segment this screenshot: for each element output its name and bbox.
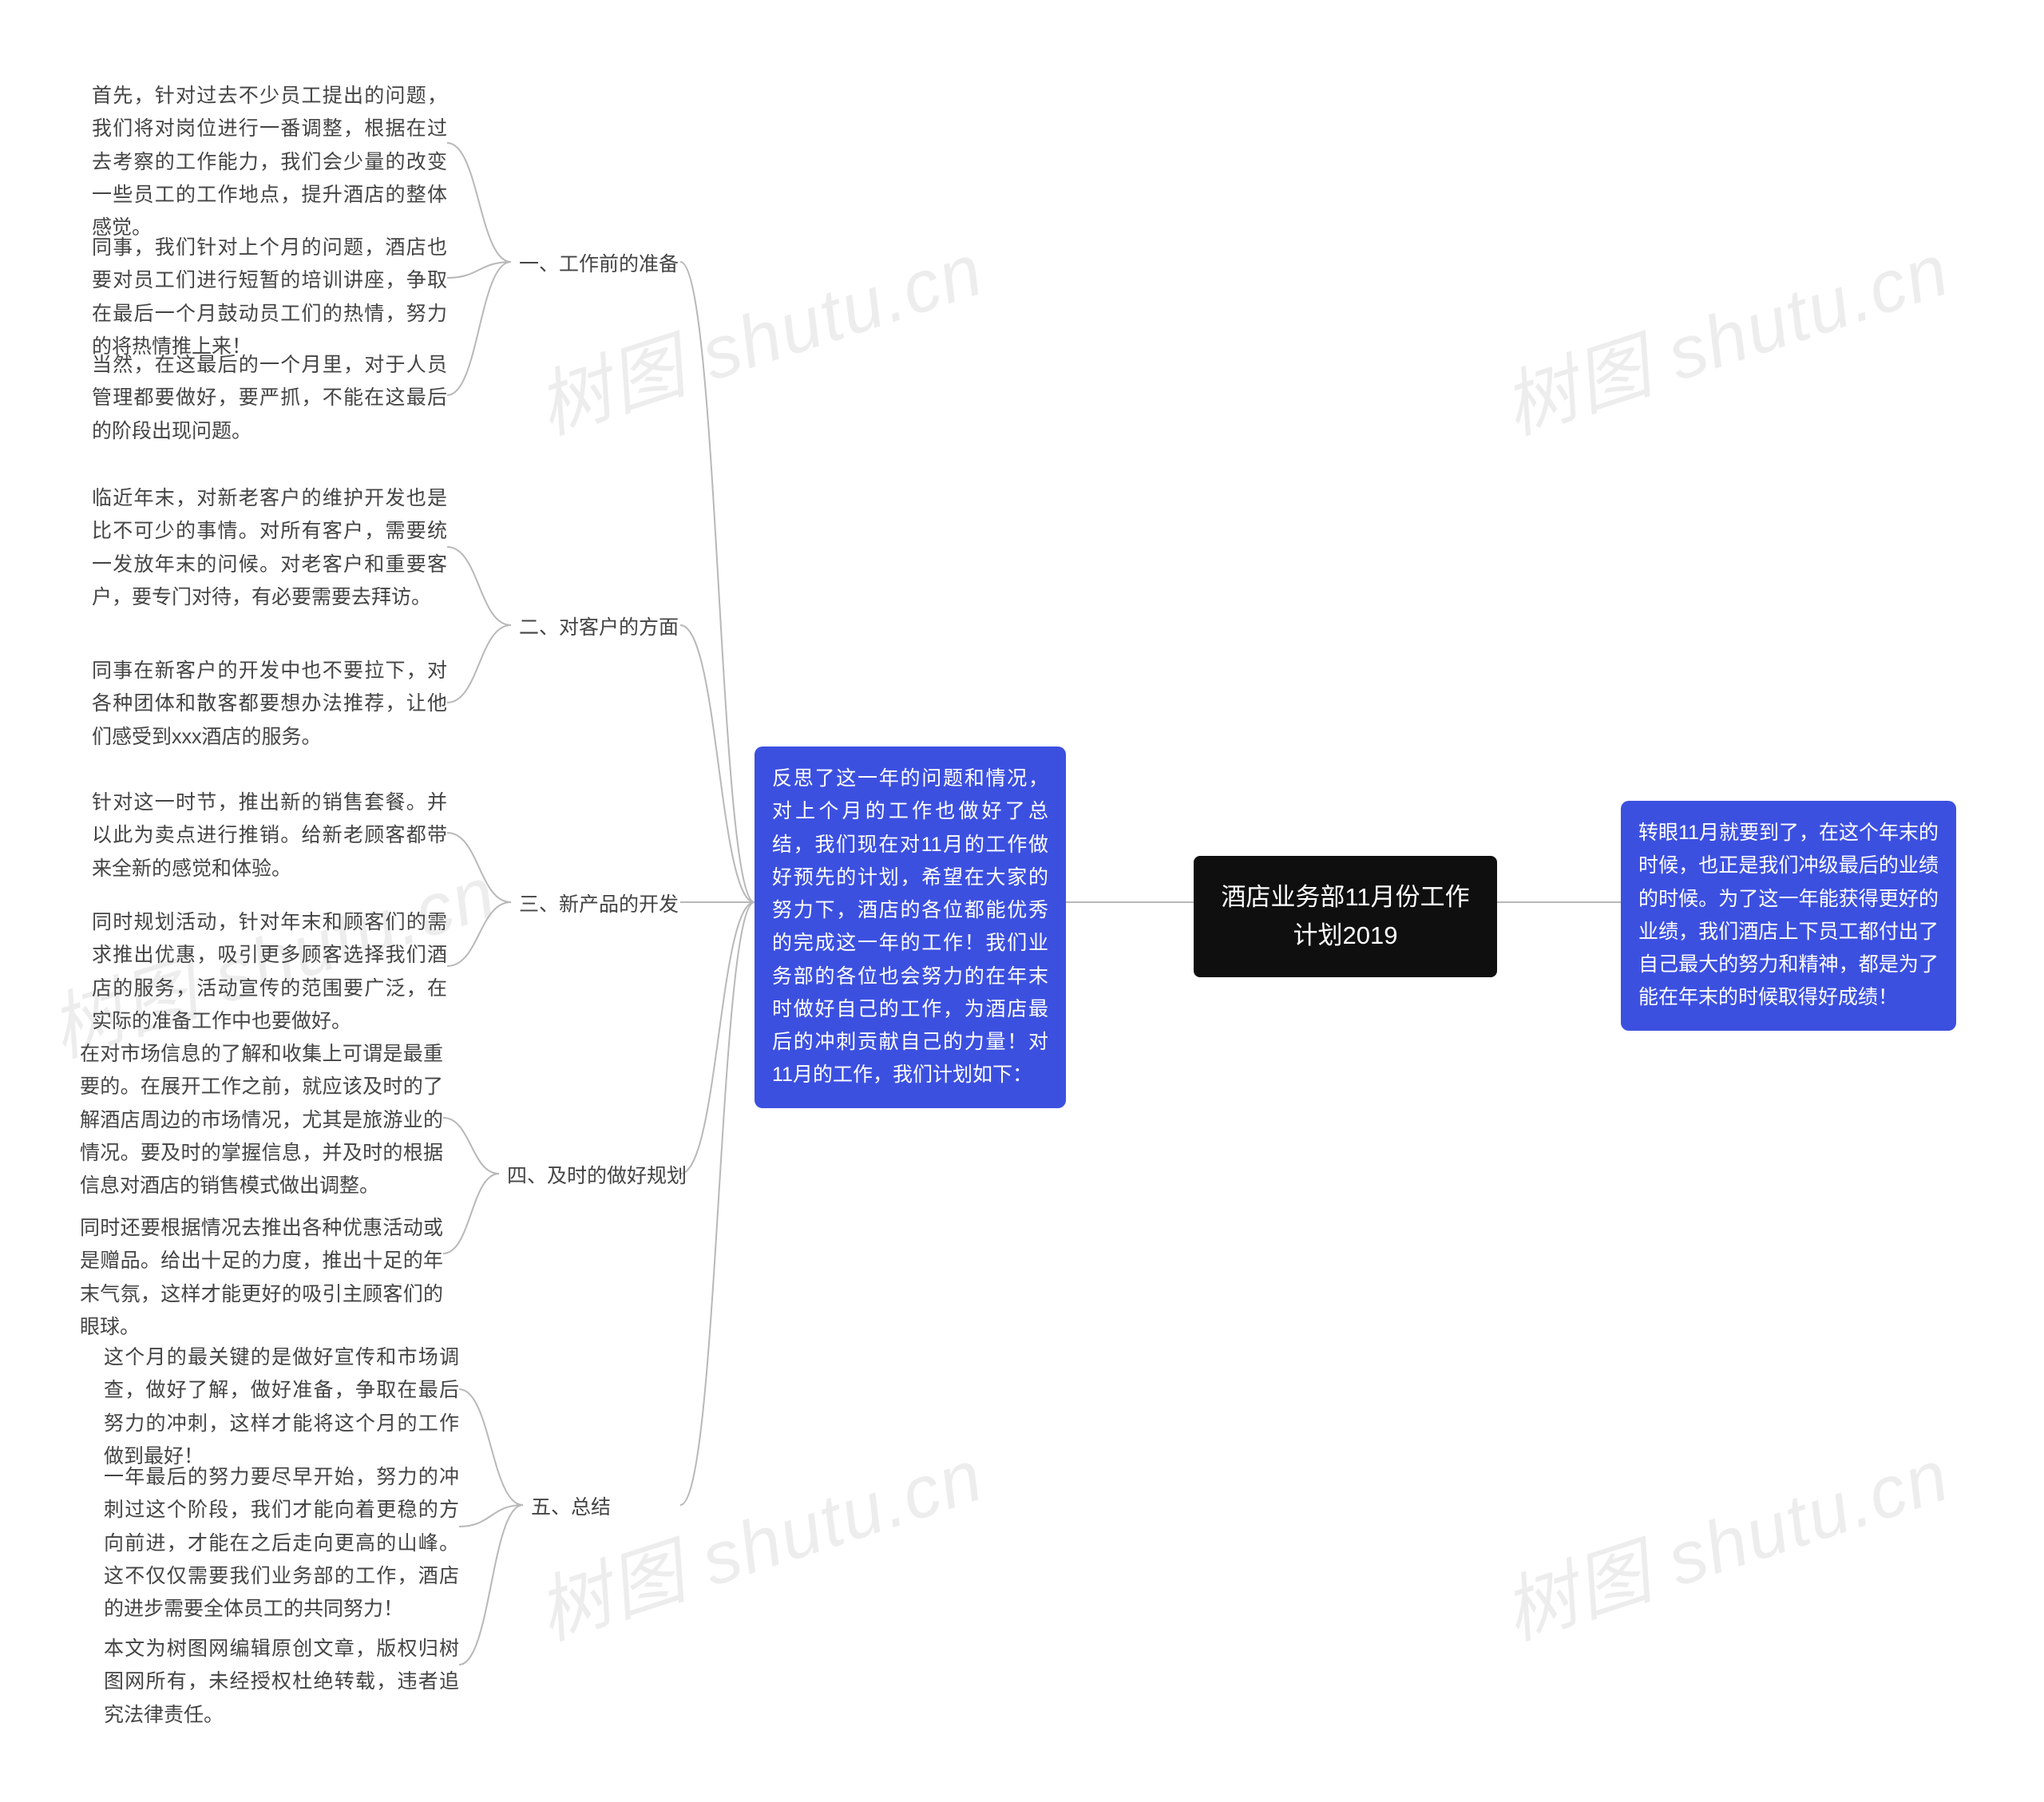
root-node[interactable]: 酒店业务部11月份工作计划2019 <box>1194 856 1497 977</box>
section-1-item-a[interactable]: 首先，针对过去不少员工提出的问题，我们将对岗位进行一番调整，根据在过去考察的工作… <box>92 80 447 244</box>
section-1-item-c[interactable]: 当然，在这最后的一个月里，对于人员管理都要做好，要严抓，不能在这最后的阶段出现问… <box>92 349 447 448</box>
watermark: 树图 shutu.cn <box>522 1416 995 1661</box>
watermark: 树图 shutu.cn <box>1488 211 1961 455</box>
watermark: 树图 shutu.cn <box>1488 1416 1961 1661</box>
section-4-heading[interactable]: 四、及时的做好规划 <box>507 1160 687 1193</box>
section-4-item-a[interactable]: 在对市场信息的了解和收集上可谓是最重要的。在展开工作之前，就应该及时的了解酒店周… <box>80 1038 443 1202</box>
section-5-item-c[interactable]: 本文为树图网编辑原创文章，版权归树图网所有，未经授权杜绝转载，违者追究法律责任。 <box>104 1633 459 1732</box>
left-plan-intro-node[interactable]: 反思了这一年的问题和情况，对上个月的工作也做好了总结，我们现在对11月的工作做好… <box>755 747 1066 1108</box>
section-4-item-b[interactable]: 同时还要根据情况去推出各种优惠活动或是赠品。给出十足的力度，推出十足的年末气氛，… <box>80 1212 443 1344</box>
watermark: 树图 shutu.cn <box>522 211 995 455</box>
section-3-item-b[interactable]: 同时规划活动，针对年末和顾客们的需求推出优惠，吸引更多顾客选择我们酒店的服务，活… <box>92 906 447 1038</box>
section-2-item-a[interactable]: 临近年末，对新老客户的维护开发也是比不可少的事情。对所有客户，需要统一发放年末的… <box>92 482 447 614</box>
section-3-item-a[interactable]: 针对这一时节，推出新的销售套餐。并以此为卖点进行推销。给新老顾客都带来全新的感觉… <box>92 786 447 885</box>
section-5-heading[interactable]: 五、总结 <box>531 1491 611 1524</box>
section-3-heading[interactable]: 三、新产品的开发 <box>519 889 679 921</box>
right-context-node[interactable]: 转眼11月就要到了，在这个年末的时候，也正是我们冲级最后的业绩的时候。为了这一年… <box>1621 801 1956 1031</box>
section-2-heading[interactable]: 二、对客户的方面 <box>519 612 679 644</box>
section-1-heading[interactable]: 一、工作前的准备 <box>519 248 679 281</box>
section-1-item-b[interactable]: 同事，我们针对上个月的问题，酒店也要对员工们进行短暂的培训讲座，争取在最后一个月… <box>92 232 447 363</box>
section-2-item-b[interactable]: 同事在新客户的开发中也不要拉下，对各种团体和散客都要想办法推荐，让他们感受到xx… <box>92 655 447 754</box>
section-5-item-a[interactable]: 这个月的最关键的是做好宣传和市场调查，做好了解，做好准备，争取在最后努力的冲刺，… <box>104 1341 459 1473</box>
section-5-item-b[interactable]: 一年最后的努力要尽早开始，努力的冲刺过这个阶段，我们才能向着更稳的方向前进，才能… <box>104 1461 459 1626</box>
